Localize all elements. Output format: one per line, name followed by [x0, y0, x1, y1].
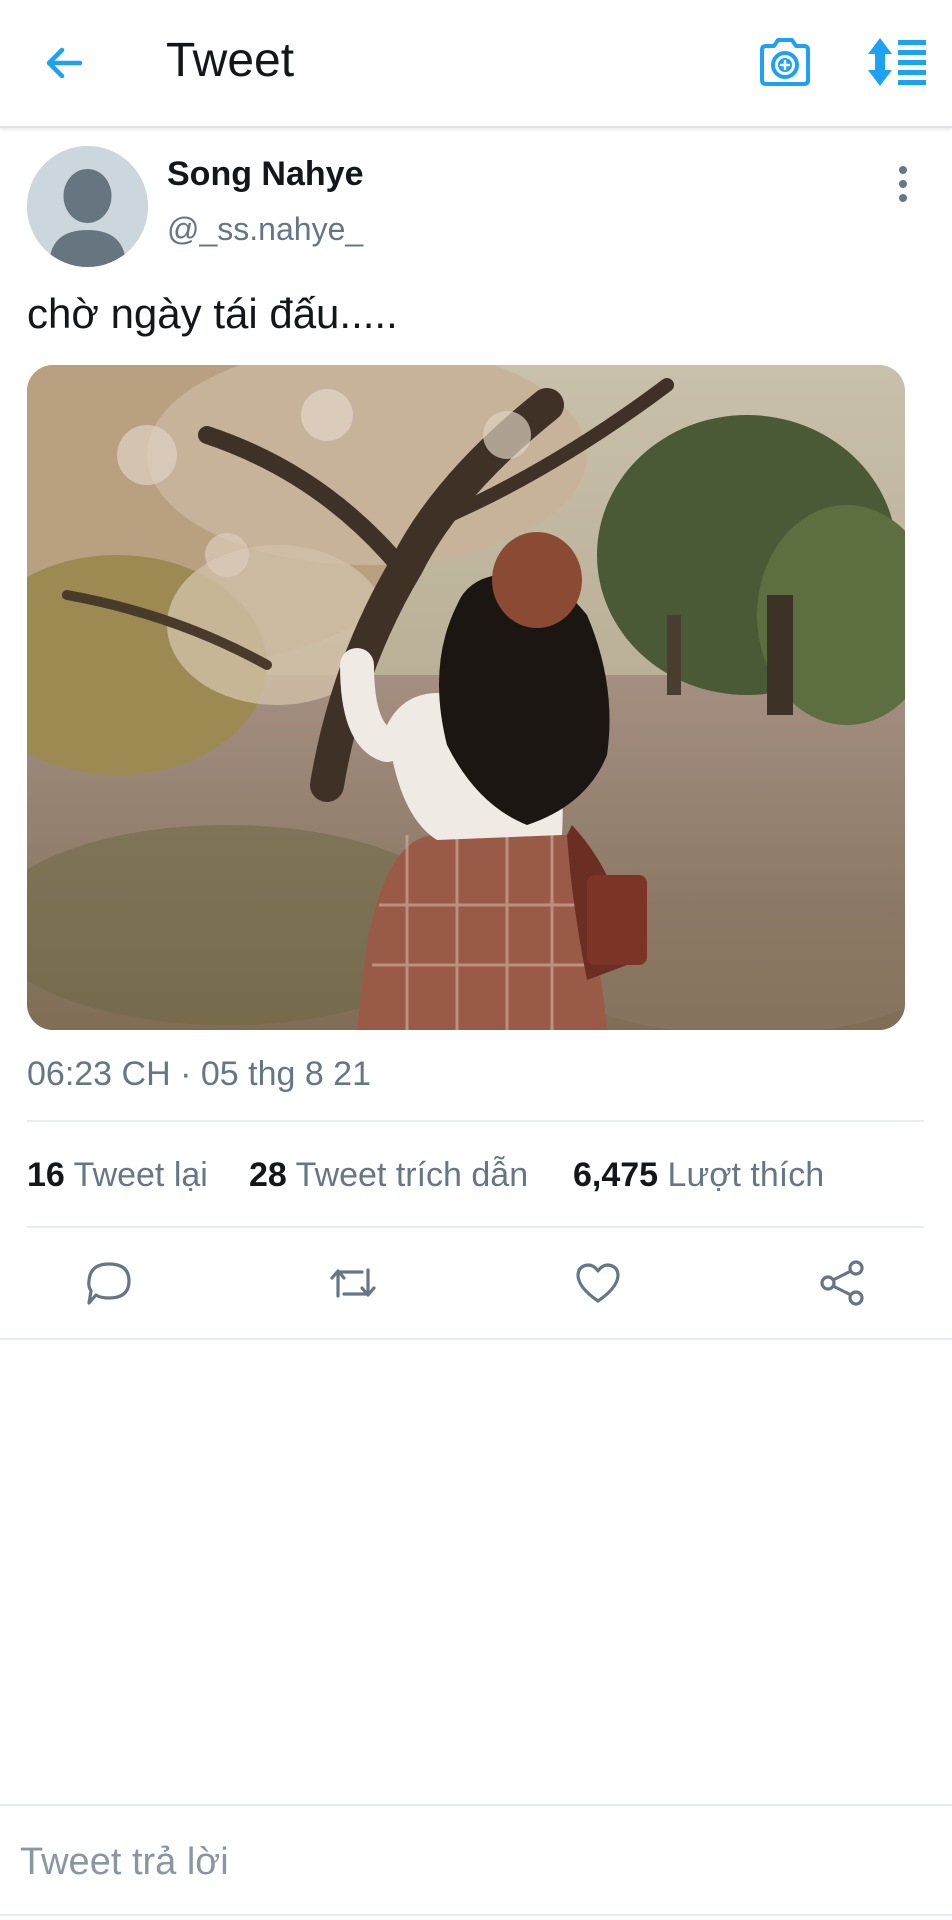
- retweets-label: Tweet lại: [73, 1156, 208, 1194]
- retweet-icon: [330, 1268, 376, 1298]
- author-handle[interactable]: @_ss.nahye_: [167, 208, 363, 250]
- tweet-detail-screen: Tweet Song Nahye @_ss.nahye_ chờ ngày tá…: [0, 0, 952, 1920]
- avatar[interactable]: [27, 146, 148, 267]
- more-options-button[interactable]: [890, 164, 916, 204]
- more-vertical-icon: [899, 166, 907, 202]
- divider: [27, 1226, 924, 1228]
- likes-label: Lượt thích: [667, 1156, 825, 1194]
- retweets-stat[interactable]: 16 Tweet lại: [27, 1152, 208, 1198]
- tweet-timestamp: 06:23 CH · 05 thg 8 21: [27, 1055, 372, 1093]
- reply-input[interactable]: [18, 1836, 922, 1888]
- top-app-bar: Tweet: [0, 0, 952, 128]
- retweets-count: 16: [27, 1156, 65, 1194]
- arrow-left-icon: [46, 47, 83, 79]
- camera-button[interactable]: [756, 34, 814, 90]
- like-icon: [576, 1263, 620, 1303]
- quotes-count: 28: [249, 1156, 287, 1194]
- reply-composer: [0, 1804, 952, 1916]
- likes-stat[interactable]: 6,475 Lượt thích: [573, 1152, 824, 1198]
- share-icon: [820, 1260, 864, 1306]
- divider: [0, 1914, 952, 1916]
- reply-icon: [87, 1262, 131, 1305]
- quotes-stat[interactable]: 28 Tweet trích dẫn: [249, 1152, 528, 1198]
- camera-plus-icon: [760, 38, 810, 86]
- sort-button[interactable]: [866, 36, 928, 88]
- divider: [0, 1338, 952, 1340]
- like-button[interactable]: [573, 1258, 623, 1308]
- tweet-photo[interactable]: [27, 365, 905, 1030]
- tweet-text: chờ ngày tái đấu.....: [27, 290, 398, 337]
- share-button[interactable]: [818, 1258, 868, 1308]
- back-button[interactable]: [40, 38, 90, 88]
- page-title: Tweet: [166, 34, 295, 87]
- author-name[interactable]: Song Nahye: [167, 152, 363, 196]
- likes-count: 6,475: [573, 1156, 659, 1194]
- retweet-button[interactable]: [328, 1258, 378, 1308]
- quotes-label: Tweet trích dẫn: [295, 1156, 529, 1194]
- default-profile-icon: [27, 146, 148, 267]
- sort-list-icon: [868, 38, 926, 86]
- reply-button[interactable]: [84, 1258, 134, 1308]
- divider: [27, 1120, 924, 1122]
- photo-image: [27, 365, 905, 1030]
